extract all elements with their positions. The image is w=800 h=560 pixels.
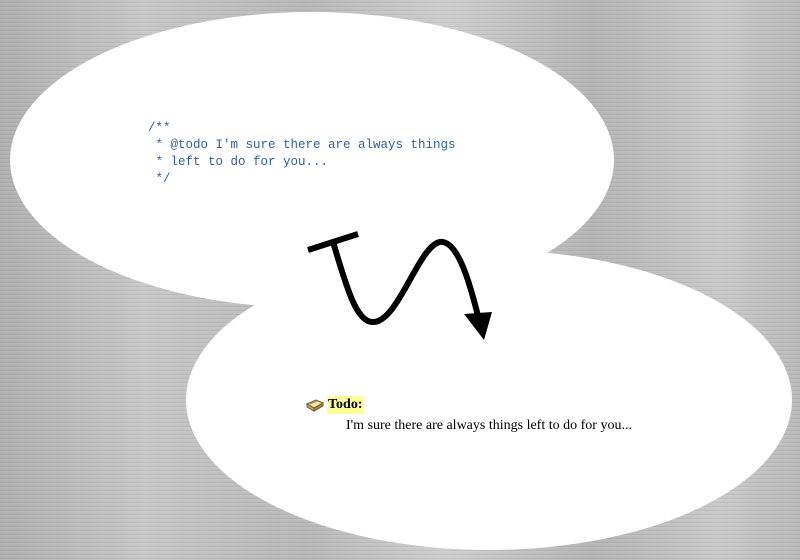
todo-label: Todo: — [327, 396, 364, 414]
code-line: */ — [148, 172, 171, 186]
code-line: * left to do for you... — [148, 155, 329, 169]
code-line: /** — [148, 121, 171, 135]
todo-output: Todo: I'm sure there are always things l… — [305, 396, 632, 435]
doc-comment-code: /** * @todo I'm sure there are always th… — [148, 120, 456, 188]
todo-heading: Todo: — [305, 396, 632, 414]
note-book-icon — [305, 398, 325, 412]
todo-description: I'm sure there are always things left to… — [346, 418, 632, 433]
code-line: * @todo I'm sure there are always things — [148, 138, 456, 152]
wavy-arrow-icon — [307, 231, 492, 340]
